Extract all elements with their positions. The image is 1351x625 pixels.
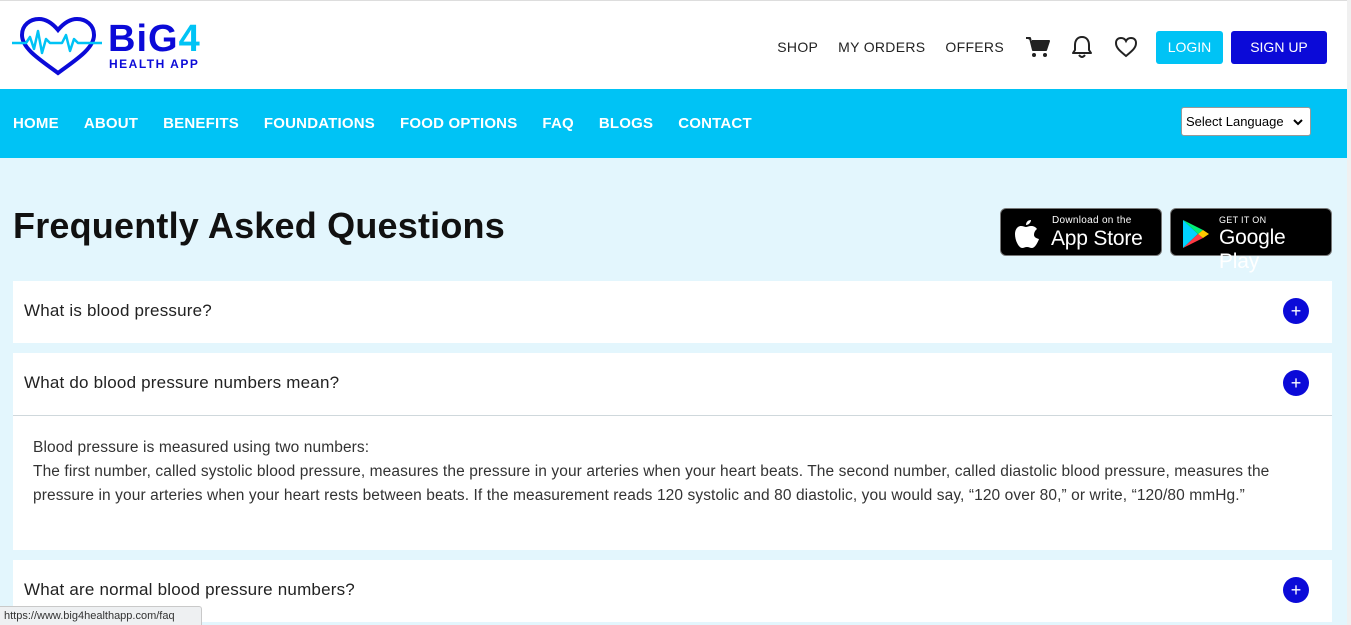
brand-wordmark: BiG4 [108, 18, 201, 60]
google-play-big-text: Google Play [1219, 226, 1286, 273]
app-store-badge[interactable]: Download on the App Store [1000, 208, 1162, 256]
nav-item-faq[interactable]: FAQ [542, 115, 573, 132]
faq-question: What is blood pressure? [24, 301, 212, 320]
google-play-icon [1183, 220, 1209, 248]
nav-item-about[interactable]: ABOUT [84, 115, 138, 132]
faq-answer-text: Blood pressure is measured using two num… [33, 439, 1270, 504]
status-bar-url: https://www.big4healthapp.com/faq [0, 606, 202, 625]
apple-icon [1015, 220, 1039, 248]
nav-item-contact[interactable]: CONTACT [678, 115, 752, 132]
main-nav: HOME ABOUT BENEFITS FOUNDATIONS FOOD OPT… [0, 89, 1347, 158]
app-store-small-text: Download on the [1052, 215, 1132, 226]
chevron-down-icon [1293, 119, 1303, 126]
cart-icon[interactable] [1024, 33, 1052, 61]
language-select[interactable]: Select Language [1181, 107, 1311, 136]
brand-tagline: HEALTH APP [109, 57, 200, 71]
faq-item-expanded[interactable]: What do blood pressure numbers mean? + [13, 353, 1332, 415]
header-links: SHOP MY ORDERS OFFERS LOGIN SIGN UP [777, 30, 1327, 64]
google-play-small-text: GET IT ON [1219, 215, 1267, 225]
nav-item-food-options[interactable]: FOOD OPTIONS [400, 115, 517, 132]
page: BiG4 HEALTH APP SHOP MY ORDERS OFFERS LO… [0, 0, 1351, 625]
heartbeat-heart-icon [12, 17, 102, 76]
brand-logo[interactable]: BiG4 HEALTH APP [12, 17, 227, 77]
google-play-badge[interactable]: GET IT ON Google Play [1170, 208, 1332, 273]
expand-plus-icon[interactable]: + [1283, 577, 1309, 603]
app-store-big-text: App Store [1051, 227, 1143, 250]
heart-icon[interactable] [1112, 33, 1140, 61]
nav-item-blogs[interactable]: BLOGS [599, 115, 653, 132]
my-orders-link[interactable]: MY ORDERS [838, 39, 925, 55]
faq-item[interactable]: What is blood pressure? + [13, 281, 1332, 343]
faq-question: What do blood pressure numbers mean? [24, 373, 340, 392]
login-button[interactable]: LOGIN [1156, 30, 1223, 64]
nav-item-benefits[interactable]: BENEFITS [163, 115, 239, 132]
bell-icon[interactable] [1068, 33, 1096, 61]
expand-plus-icon[interactable]: + [1283, 370, 1309, 396]
signup-button[interactable]: SIGN UP [1231, 30, 1327, 64]
faq-answer: Blood pressure is measured using two num… [13, 415, 1332, 550]
nav-item-home[interactable]: HOME [13, 115, 59, 132]
expand-plus-icon[interactable]: + [1283, 298, 1309, 324]
scrollbar[interactable] [1347, 0, 1351, 625]
faq-question: What are normal blood pressure numbers? [24, 580, 355, 599]
faq-item[interactable]: What are normal blood pressure numbers? … [13, 560, 1332, 622]
page-title: Frequently Asked Questions [13, 205, 505, 246]
nav-item-foundations[interactable]: FOUNDATIONS [264, 115, 375, 132]
shop-link[interactable]: SHOP [777, 39, 818, 55]
language-select-label: Select Language [1186, 114, 1284, 129]
top-header: BiG4 HEALTH APP SHOP MY ORDERS OFFERS LO… [0, 0, 1347, 89]
offers-link[interactable]: OFFERS [945, 39, 1004, 55]
